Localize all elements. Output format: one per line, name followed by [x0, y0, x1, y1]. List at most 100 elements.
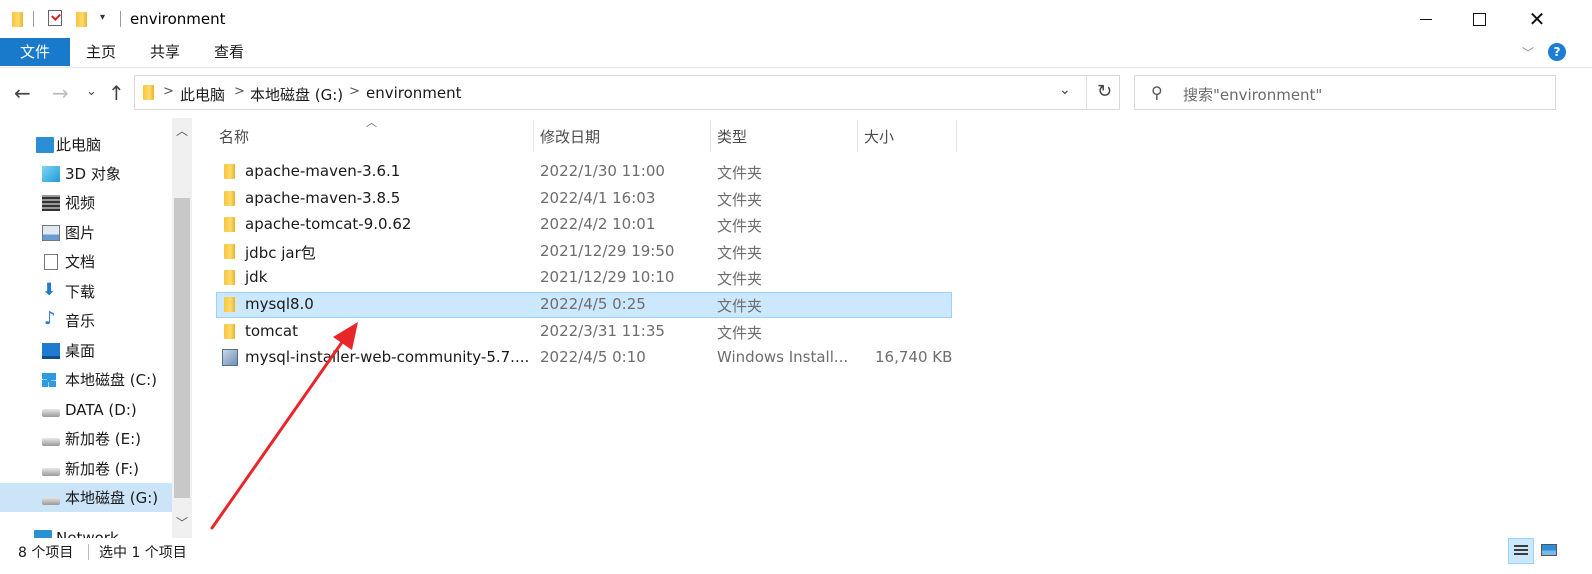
file-date: 2022/1/30 11:00 [540, 162, 665, 180]
desktop-icon [42, 342, 60, 359]
drive-icon [42, 496, 60, 505]
tab-home[interactable]: 主页 [78, 38, 124, 66]
sidebar-item-this-pc[interactable]: 此电脑 [0, 130, 172, 159]
details-view-button[interactable] [1508, 538, 1534, 564]
sidebar-item-label: 本地磁盘 (G:) [65, 489, 159, 507]
large-icons-view-button[interactable] [1536, 538, 1562, 564]
forward-arrow-icon[interactable]: → [52, 81, 69, 105]
folder-icon [143, 85, 154, 100]
3d-objects-icon [42, 165, 60, 182]
network-icon [34, 530, 52, 538]
minimize-button[interactable] [1397, 0, 1455, 38]
chevron-down-icon[interactable]: ⌄ [1059, 82, 1071, 98]
column-divider[interactable] [533, 120, 534, 152]
ribbon-tabs: 文件 主页 共享 查看 ﹀ [0, 38, 1592, 68]
computer-icon [36, 136, 54, 153]
divider [120, 11, 121, 27]
file-name: apache-tomcat-9.0.62 [245, 215, 412, 233]
divider [33, 11, 34, 27]
sidebar-item-label: 图片 [65, 224, 96, 242]
expand-ribbon-icon[interactable]: ﹀ [1522, 44, 1534, 61]
music-icon: ♪ [44, 308, 56, 329]
sidebar-item-downloads[interactable]: ⬇ 下载 [0, 277, 172, 306]
sidebar-item-documents[interactable]: 文档 [0, 247, 172, 276]
sidebar-item-3d-objects[interactable]: 3D 对象 [0, 159, 172, 188]
file-type: 文件夹 [717, 324, 763, 342]
file-date: 2022/4/2 10:01 [540, 215, 656, 233]
sidebar-item-music[interactable]: ♪ 音乐 [0, 306, 172, 335]
divider [1086, 76, 1087, 109]
sidebar-item-label: 文档 [65, 253, 96, 271]
file-row[interactable]: apache-tomcat-9.0.62 2022/4/2 10:01 文件夹 [216, 212, 952, 238]
tab-view[interactable]: 查看 [206, 38, 252, 66]
tab-file[interactable]: 文件 [0, 38, 70, 66]
search-box[interactable]: ⚲ 搜索"environment" [1134, 75, 1556, 110]
up-arrow-icon[interactable]: ↑ [108, 81, 125, 105]
scroll-up-icon[interactable]: ︿ [176, 122, 188, 139]
sidebar-scrollbar[interactable]: ︿ ﹀ [172, 118, 192, 538]
file-row[interactable]: mysql-installer-web-community-5.7.... 20… [216, 345, 952, 371]
sidebar-item-videos[interactable]: 视频 [0, 188, 172, 217]
file-name: jdbc jar包 [245, 244, 316, 262]
sidebar-item-label: 下载 [65, 283, 96, 301]
file-type: Windows Install... [717, 348, 849, 366]
close-button[interactable]: ✕ [1508, 0, 1566, 38]
chevron-down-icon[interactable]: ⌄ [86, 84, 97, 99]
installer-icon [222, 349, 238, 366]
breadcrumb-environment[interactable]: environment [366, 84, 462, 102]
file-row[interactable]: jdbc jar包 2021/12/29 19:50 文件夹 [216, 239, 952, 265]
breadcrumb-drive-g[interactable]: 本地磁盘 (G:) [250, 84, 343, 105]
sidebar-item-drive-g[interactable]: 本地磁盘 (G:) [0, 483, 172, 512]
file-row-selected[interactable]: mysql8.0 2022/4/5 0:25 文件夹 [216, 292, 952, 318]
folder-icon [224, 270, 235, 285]
refresh-icon[interactable]: ↻ [1097, 81, 1112, 102]
maximize-button[interactable] [1450, 0, 1508, 38]
sidebar-item-label: 本地磁盘 (C:) [65, 371, 157, 389]
column-divider[interactable] [956, 120, 957, 152]
sidebar-item-drive-d[interactable]: DATA (D:) [0, 395, 172, 424]
file-type: 文件夹 [717, 191, 763, 209]
sidebar-item-label: 桌面 [65, 342, 96, 360]
customize-quick-access-icon[interactable]: ▾ [100, 12, 105, 23]
folder-icon [224, 217, 235, 232]
search-input[interactable]: 搜索"environment" [1183, 84, 1322, 105]
file-date: 2022/4/1 16:03 [540, 189, 656, 207]
file-row[interactable]: apache-maven-3.8.5 2022/4/1 16:03 文件夹 [216, 186, 952, 212]
sidebar-item-drive-f[interactable]: 新加卷 (F:) [0, 454, 172, 483]
close-icon: ✕ [1528, 7, 1546, 31]
breadcrumb-this-pc[interactable]: 此电脑 [180, 84, 225, 105]
file-name: tomcat [245, 322, 298, 340]
properties-icon[interactable] [48, 10, 62, 26]
file-row[interactable]: tomcat 2022/3/31 11:35 文件夹 [216, 319, 952, 345]
chevron-right-icon[interactable]: > [163, 84, 174, 99]
file-name: jdk [245, 268, 268, 286]
chevron-right-icon[interactable]: > [349, 84, 360, 99]
address-bar[interactable]: > 此电脑 > 本地磁盘 (G:) > environment ⌄ ↻ [134, 75, 1120, 110]
column-header-type[interactable]: 类型 [717, 126, 747, 147]
new-folder-icon[interactable] [76, 9, 87, 29]
folder-icon [12, 9, 23, 29]
sidebar-item-desktop[interactable]: 桌面 [0, 336, 172, 365]
folder-icon [224, 191, 235, 206]
file-name: apache-maven-3.8.5 [245, 189, 401, 207]
tab-share[interactable]: 共享 [142, 38, 188, 66]
column-header-date[interactable]: 修改日期 [540, 126, 600, 147]
sidebar-item-drive-c[interactable]: 本地磁盘 (C:) [0, 365, 172, 394]
scroll-down-icon[interactable]: ﹀ [176, 514, 188, 531]
column-divider[interactable] [857, 120, 858, 152]
column-header-size[interactable]: 大小 [864, 126, 894, 147]
folder-icon [224, 297, 235, 312]
column-divider[interactable] [710, 120, 711, 152]
file-row[interactable]: apache-maven-3.6.1 2022/1/30 11:00 文件夹 [216, 159, 952, 185]
file-row[interactable]: jdk 2021/12/29 10:10 文件夹 [216, 265, 952, 291]
sidebar-item-network[interactable]: Network [0, 522, 172, 538]
sidebar-item-label: 新加卷 (E:) [65, 430, 142, 448]
sidebar-item-drive-e[interactable]: 新加卷 (E:) [0, 424, 172, 453]
scroll-thumb[interactable] [174, 198, 190, 498]
column-header-name[interactable]: 名称 [219, 126, 249, 147]
help-icon[interactable]: ? [1548, 43, 1566, 61]
sidebar-item-pictures[interactable]: 图片 [0, 218, 172, 247]
divider [88, 544, 89, 560]
chevron-right-icon[interactable]: > [234, 84, 245, 99]
back-arrow-icon[interactable]: ← [14, 81, 31, 105]
